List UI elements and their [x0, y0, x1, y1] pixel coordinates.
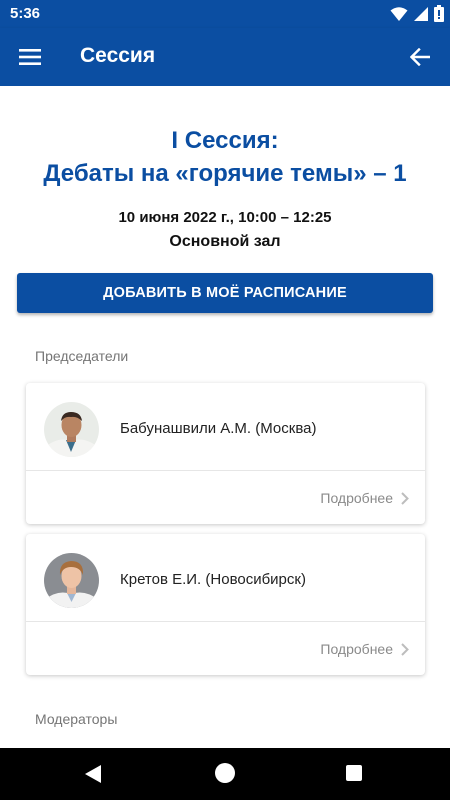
person-name: Бабунашвили А.М. (Москва): [120, 420, 317, 437]
status-icons: [390, 5, 444, 22]
session-title: I Сессия: Дебаты на «горячие темы» – 1: [0, 124, 450, 190]
app-title: Сессия: [80, 44, 156, 67]
person-card[interactable]: Бабунашвили А.М. (Москва) Подробнее: [26, 383, 425, 524]
battery-icon: [434, 5, 444, 22]
hamburger-menu-icon: [19, 49, 41, 65]
more-link[interactable]: Подробнее: [320, 641, 409, 657]
session-hall: Основной зал: [169, 233, 281, 250]
nav-recent-apps-icon[interactable]: [346, 765, 362, 781]
chevron-right-icon: [401, 642, 409, 656]
status-bar: 5:36: [0, 0, 450, 28]
person-name: Кретов Е.И. (Новосибирск): [120, 571, 306, 588]
nav-back-icon[interactable]: [84, 764, 102, 784]
session-content[interactable]: I Сессия: Дебаты на «горячие темы» – 1 1…: [0, 86, 450, 748]
wifi-icon: [390, 6, 408, 21]
person-card[interactable]: Кретов Е.И. (Новосибирск) Подробнее: [26, 534, 425, 675]
system-navigation-bar: [0, 748, 450, 800]
signal-icon: [414, 6, 428, 21]
add-to-schedule-button[interactable]: ДОБАВИТЬ В МОЁ РАСПИСАНИЕ: [17, 273, 433, 313]
more-link[interactable]: Подробнее: [320, 490, 409, 506]
chairs-section-label: Председатели: [35, 348, 129, 364]
session-date: 10 июня 2022 г., 10:00 – 12:25: [118, 209, 332, 226]
moderators-section-label: Модераторы: [35, 711, 118, 727]
nav-home-icon[interactable]: [215, 763, 235, 783]
avatar: [44, 402, 99, 457]
chevron-right-icon: [401, 491, 409, 505]
person-card-header: Бабунашвили А.М. (Москва): [26, 383, 425, 471]
session-title-line1: I Сессия:: [171, 127, 279, 154]
session-title-line2: Дебаты на «горячие темы» – 1: [43, 160, 407, 187]
status-time: 5:36: [10, 5, 41, 22]
person-card-header: Кретов Е.И. (Новосибирск): [26, 534, 425, 622]
more-link-label: Подробнее: [320, 490, 393, 506]
back-button[interactable]: [402, 40, 438, 74]
app-bar: Сессия: [0, 28, 450, 86]
arrow-left-icon: [410, 48, 430, 66]
more-link-label: Подробнее: [320, 641, 393, 657]
avatar: [44, 553, 99, 608]
menu-button[interactable]: [12, 40, 48, 74]
